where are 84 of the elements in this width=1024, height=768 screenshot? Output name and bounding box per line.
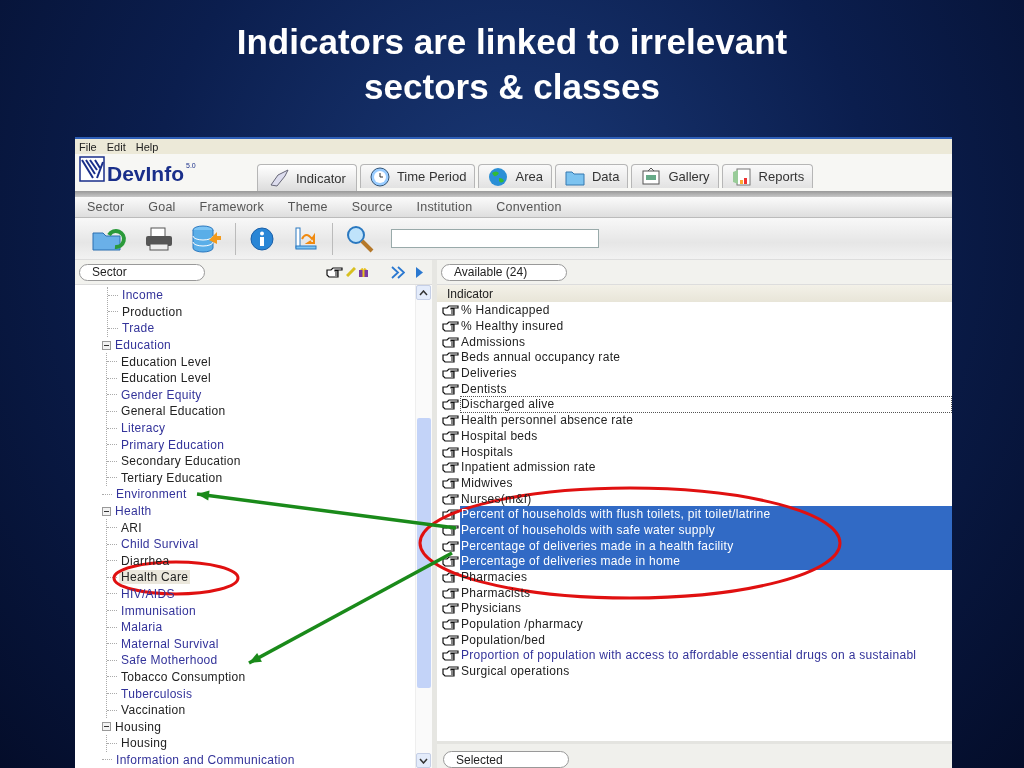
indicator-item[interactable]: Hospitals xyxy=(460,443,952,461)
tree-item[interactable]: Housing xyxy=(119,736,170,751)
tab[interactable]: Gallery xyxy=(631,164,719,188)
indicator-item[interactable]: Inpatient admission rate xyxy=(460,459,952,477)
gift-icon xyxy=(358,266,369,278)
indicator-item[interactable]: Pharmacies xyxy=(460,569,952,587)
tab[interactable]: Indicator xyxy=(257,164,357,191)
tree-item[interactable]: Gender Equity xyxy=(119,387,204,402)
search-field[interactable] xyxy=(391,229,599,248)
tree-item[interactable]: Safe Motherhood xyxy=(119,653,220,668)
indicator-item[interactable]: Beds annual occupancy rate xyxy=(460,349,952,367)
tree-item[interactable]: Housing xyxy=(113,719,164,734)
tree-item[interactable]: Tobacco Consumption xyxy=(119,669,248,684)
subtab[interactable]: Sector xyxy=(75,200,137,214)
tree-item[interactable]: General Education xyxy=(119,404,228,419)
globe-icon xyxy=(487,165,510,188)
pencil-icon xyxy=(346,267,356,277)
indicator-item[interactable]: Proportion of population with access to affordable essential drugs on a sustainabl xyxy=(460,647,952,665)
tree-item[interactable]: Child Survival xyxy=(119,537,201,552)
indicator-item[interactable]: Population /pharmacy xyxy=(460,616,952,634)
indicator-item[interactable]: Midwives xyxy=(460,474,952,492)
report-icon xyxy=(730,165,753,188)
tree-item[interactable]: Secondary Education xyxy=(119,454,243,469)
indicator-item[interactable]: Health personnel absence rate xyxy=(460,412,952,430)
tab[interactable]: Time Period xyxy=(359,164,476,188)
indicator-item[interactable]: Population/bed xyxy=(460,631,952,649)
scroll-down-icon[interactable] xyxy=(416,753,431,768)
scroll-up-icon[interactable] xyxy=(416,285,431,300)
tree-item[interactable]: Immunisation xyxy=(119,603,198,618)
tree-item[interactable]: Production xyxy=(120,304,185,319)
tree-item[interactable]: Education Level xyxy=(119,371,213,386)
move-icon[interactable] xyxy=(415,265,424,279)
logo-text: DevInfo xyxy=(107,162,184,186)
collapse-icon[interactable] xyxy=(102,506,111,516)
picture-frame-icon xyxy=(640,165,663,188)
indicator-item[interactable]: Hospital beds xyxy=(460,427,952,445)
tree-item[interactable]: Tertiary Education xyxy=(119,470,225,485)
menu-item[interactable]: File xyxy=(79,140,97,153)
slide-title: Indicators are linked to irrelevant sectors & classes xyxy=(235,20,789,108)
tab[interactable]: Data xyxy=(554,164,629,188)
subtab[interactable]: Source xyxy=(339,200,405,214)
tree-item[interactable]: Tuberculosis xyxy=(119,686,195,701)
tab[interactable]: Reports xyxy=(721,164,814,188)
indicator-item[interactable]: Discharged alive xyxy=(460,396,952,414)
subtab[interactable]: Framework xyxy=(187,200,276,214)
tree-item[interactable]: Malaria xyxy=(119,620,165,635)
available-dropdown[interactable]: Available (24) xyxy=(441,263,567,281)
tree-item[interactable]: Education Level xyxy=(119,354,213,369)
indicator-item[interactable]: Pharmacists xyxy=(460,584,952,602)
indicator-item[interactable]: Dentists xyxy=(460,380,952,398)
indicator-item[interactable]: Surgical operations xyxy=(460,663,952,681)
sector-dropdown[interactable]: Sector xyxy=(79,263,205,281)
subtab[interactable]: Goal xyxy=(136,200,188,214)
subtab[interactable]: Institution xyxy=(404,200,485,214)
subtab[interactable]: Theme xyxy=(275,200,340,214)
indicator-item[interactable]: Physicians xyxy=(460,600,952,618)
indicator-item[interactable]: % Handicapped xyxy=(460,302,952,320)
indicator-item[interactable]: % Healthy insured xyxy=(460,318,952,336)
menu-item[interactable]: Edit xyxy=(106,140,126,153)
scrollbar-thumb[interactable] xyxy=(417,418,431,688)
selected-dropdown[interactable]: Selected xyxy=(443,751,569,768)
tree-item[interactable]: Information and Communication xyxy=(114,752,297,767)
collapse-icon[interactable] xyxy=(102,722,111,732)
tree-item[interactable]: Education xyxy=(113,338,174,353)
tree-item[interactable]: Environment xyxy=(114,487,189,502)
collapse-icon[interactable] xyxy=(102,340,111,350)
menu-item[interactable]: Help xyxy=(135,140,159,153)
indicator-item[interactable]: Deliveries xyxy=(460,365,952,383)
tree-item[interactable]: Vaccination xyxy=(119,703,188,718)
tree-item[interactable]: Maternal Survival xyxy=(119,636,221,651)
indicator-item[interactable]: Percentage of deliveries made in home xyxy=(460,553,952,571)
move-all-icon[interactable] xyxy=(391,265,405,279)
column-header: Indicator xyxy=(447,286,494,301)
tree-item[interactable]: Income xyxy=(120,288,166,303)
clock-icon xyxy=(368,165,391,188)
tab[interactable]: Area xyxy=(478,164,552,188)
tree-item[interactable]: Primary Education xyxy=(119,437,227,452)
tree-item[interactable]: Health Care xyxy=(119,570,191,585)
tree-item[interactable]: ARI xyxy=(119,520,144,535)
indicator-item[interactable]: Admissions xyxy=(460,333,952,351)
tree-item[interactable]: Health xyxy=(113,504,154,518)
subtab[interactable]: Convention xyxy=(484,200,574,214)
tree-item[interactable]: Trade xyxy=(120,321,157,336)
tree-item[interactable]: Literacy xyxy=(119,421,168,436)
